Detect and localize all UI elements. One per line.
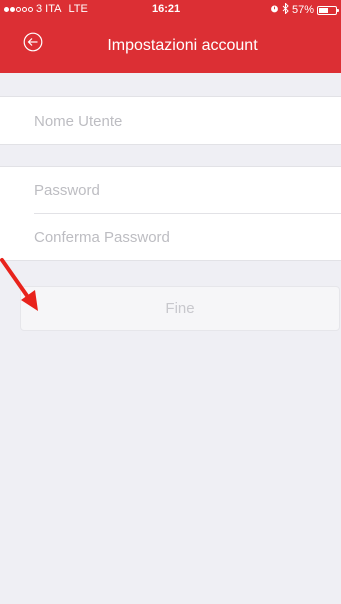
clock: 16:21 bbox=[152, 3, 181, 15]
password-group bbox=[0, 166, 341, 261]
username-field[interactable] bbox=[34, 98, 341, 144]
status-bar: 3 ITA LTE 16:21 57% bbox=[0, 0, 341, 20]
done-button[interactable]: Fine bbox=[20, 286, 340, 331]
username-group bbox=[0, 96, 341, 145]
network-type: LTE bbox=[68, 3, 88, 15]
status-icons: 57% bbox=[270, 2, 339, 17]
password-field[interactable] bbox=[34, 167, 341, 213]
battery-level-fill bbox=[319, 7, 328, 13]
carrier-name: 3 ITA bbox=[36, 3, 62, 15]
bluetooth-icon bbox=[282, 2, 289, 17]
battery-icon bbox=[317, 5, 339, 15]
navigation-bar: Impostazioni account bbox=[0, 20, 341, 73]
confirm-password-field[interactable] bbox=[34, 214, 341, 260]
signal-strength-icon bbox=[4, 6, 33, 12]
annotation-arrow-icon bbox=[0, 258, 38, 311]
alarm-icon bbox=[270, 4, 279, 16]
battery-percent: 57% bbox=[291, 4, 314, 16]
carrier-info: 3 ITA LTE bbox=[4, 3, 88, 15]
account-settings-screen: 3 ITA LTE 16:21 57% Impostazioni account… bbox=[0, 0, 341, 604]
page-title: Impostazioni account bbox=[107, 37, 258, 54]
